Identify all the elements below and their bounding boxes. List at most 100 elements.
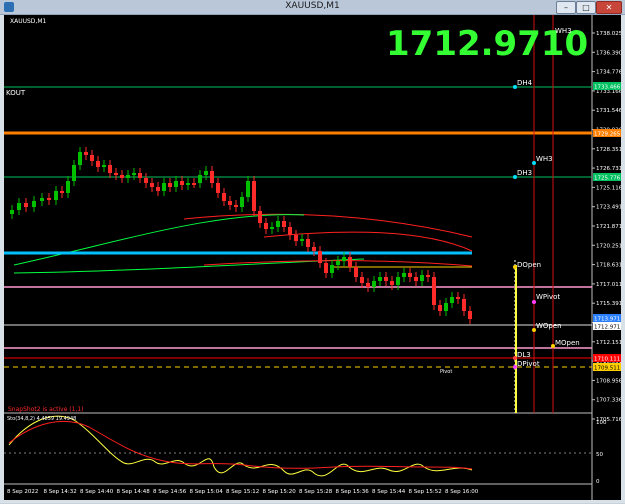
ma-red-1 bbox=[183, 213, 473, 238]
candle bbox=[138, 173, 142, 178]
candle bbox=[252, 181, 256, 211]
candle bbox=[342, 257, 346, 261]
candle bbox=[222, 193, 226, 201]
candle bbox=[10, 210, 14, 214]
candle bbox=[288, 227, 292, 235]
label-dh4: DH4 bbox=[517, 79, 533, 87]
candle bbox=[258, 211, 262, 223]
time-tick: 8 Sep 15:44 bbox=[372, 489, 406, 495]
candle bbox=[432, 277, 436, 305]
price-box-dh3: 1725.776 bbox=[593, 173, 621, 182]
chart-canvas[interactable]: XAUUSD,M1 KOUT 1712.971 0 SnapShot2 is ac… bbox=[4, 15, 623, 500]
candle bbox=[24, 203, 28, 207]
candle bbox=[72, 165, 76, 181]
candle bbox=[78, 152, 82, 165]
candle bbox=[216, 183, 220, 193]
label-wpivot: WPivot bbox=[536, 293, 560, 301]
candle bbox=[282, 221, 286, 227]
candle bbox=[150, 183, 154, 187]
price-box-bid: 1713.971 bbox=[593, 314, 621, 323]
price-tick: 1738.025 bbox=[596, 31, 621, 37]
candle bbox=[294, 235, 298, 241]
candle bbox=[174, 181, 178, 187]
candle bbox=[47, 198, 51, 200]
candle bbox=[156, 187, 160, 191]
candle bbox=[402, 273, 406, 277]
label-dpivot: DPivot bbox=[517, 360, 540, 368]
price-tick: 1707.336 bbox=[596, 398, 621, 404]
candle bbox=[312, 247, 316, 251]
close-button[interactable]: ✕ bbox=[596, 1, 622, 14]
price-tick: 1715.391 bbox=[596, 301, 621, 307]
time-tick: 8 Sep 15:36 bbox=[336, 489, 370, 495]
candle bbox=[186, 183, 190, 185]
candle bbox=[84, 152, 88, 155]
candle bbox=[372, 281, 376, 287]
price-tick: 1712.151 bbox=[596, 340, 621, 346]
candle bbox=[228, 201, 232, 205]
svg-text:1733.466: 1733.466 bbox=[594, 85, 621, 91]
candle bbox=[102, 165, 106, 167]
candle bbox=[450, 297, 454, 303]
candle bbox=[306, 239, 310, 247]
candle bbox=[234, 205, 238, 207]
indicator-label: Sto(34,8,2) 4.4859 19.4948 bbox=[7, 416, 76, 422]
label-dh3: DH3 bbox=[517, 169, 532, 177]
symbol-label: XAUUSD,M1 bbox=[10, 18, 47, 25]
candle bbox=[132, 173, 136, 175]
candle bbox=[126, 175, 130, 178]
label-wh3-top: WH3 bbox=[555, 27, 572, 35]
candle bbox=[162, 183, 166, 191]
candle bbox=[336, 261, 340, 265]
candle bbox=[114, 173, 118, 175]
candle bbox=[348, 257, 352, 267]
time-tick: 8 Sep 15:20 bbox=[263, 489, 297, 495]
candle bbox=[192, 183, 196, 185]
candle bbox=[456, 297, 460, 299]
candle bbox=[384, 277, 388, 281]
candle bbox=[40, 198, 44, 201]
ma-red-2 bbox=[263, 231, 473, 252]
candle bbox=[210, 171, 214, 183]
time-tick: 8 Sep 15:12 bbox=[226, 489, 259, 495]
stoch-signal bbox=[8, 420, 473, 470]
candle bbox=[204, 171, 208, 175]
osc-tick-50: 50 bbox=[596, 452, 603, 458]
candle bbox=[438, 305, 442, 311]
candle bbox=[300, 239, 304, 241]
candle bbox=[354, 267, 358, 277]
candle bbox=[462, 299, 466, 311]
time-tick: 8 Sep 16:00 bbox=[445, 489, 479, 495]
candle bbox=[468, 311, 472, 319]
time-tick: 8 Sep 14:40 bbox=[80, 489, 114, 495]
price-tick: 1736.390 bbox=[596, 50, 621, 56]
candle bbox=[426, 275, 430, 277]
price-tick: 1723.491 bbox=[596, 205, 621, 211]
time-tick: 8 Sep 2022 bbox=[7, 489, 38, 495]
candle bbox=[276, 221, 280, 227]
price-box-red2: 1709.511 bbox=[593, 363, 621, 372]
title-bar[interactable]: XAUUSD,M1 – □ ✕ bbox=[0, 0, 625, 15]
price-tick: 1725.116 bbox=[596, 185, 621, 191]
svg-text:1712.971: 1712.971 bbox=[594, 325, 620, 331]
price-chart[interactable]: XAUUSD,M1 KOUT 1712.971 0 SnapShot2 is ac… bbox=[4, 15, 623, 500]
time-tick: 8 Sep 14:56 bbox=[153, 489, 187, 495]
candle bbox=[108, 165, 112, 173]
svg-text:1709.511: 1709.511 bbox=[594, 366, 620, 372]
maximize-button[interactable]: □ bbox=[576, 1, 596, 14]
label-dl3: DL3 bbox=[517, 351, 531, 359]
price-tick: 1734.776 bbox=[596, 70, 621, 76]
time-tick: 8 Sep 15:28 bbox=[299, 489, 333, 495]
candle bbox=[390, 281, 394, 285]
svg-text:1710.111: 1710.111 bbox=[594, 357, 620, 363]
candle bbox=[60, 191, 64, 193]
candle bbox=[96, 161, 100, 167]
candle bbox=[32, 201, 36, 207]
osc-tick-0: 0 bbox=[596, 479, 600, 485]
candle bbox=[318, 251, 322, 263]
price-tick: 1720.251 bbox=[596, 243, 621, 249]
price-tick: 1731.546 bbox=[596, 108, 621, 114]
osc-tick-100: 100 bbox=[596, 420, 607, 426]
time-tick: 8 Sep 14:32 bbox=[44, 489, 77, 495]
minimize-button[interactable]: – bbox=[556, 1, 576, 14]
